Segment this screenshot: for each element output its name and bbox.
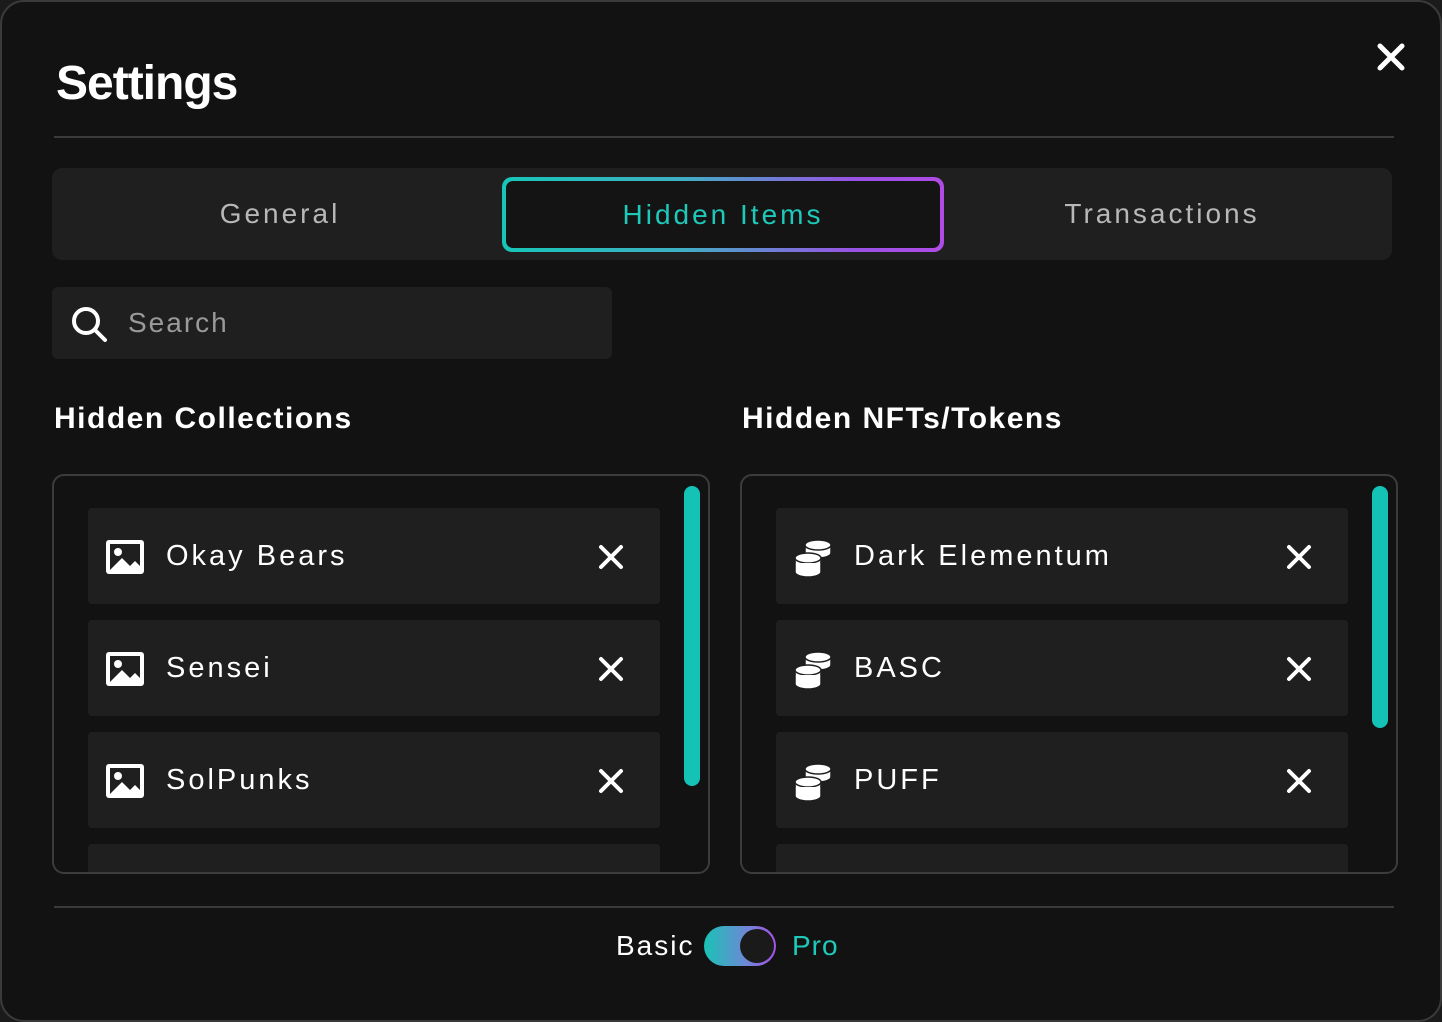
- list-item: SolPunks: [88, 732, 660, 828]
- coins-icon: [794, 763, 832, 802]
- settings-modal: Settings General Hidden Items Transactio…: [0, 0, 1442, 1022]
- hidden-tokens-list[interactable]: Dark Elementum BASC PUFF: [740, 474, 1398, 874]
- hidden-collections-list[interactable]: Okay Bears Sensei SolPunks: [52, 474, 710, 874]
- list-item-label: Okay Bears: [166, 540, 348, 572]
- remove-icon[interactable]: [598, 656, 624, 682]
- list-item: BASC: [776, 620, 1348, 716]
- remove-icon[interactable]: [598, 768, 624, 794]
- remove-icon[interactable]: [1286, 544, 1312, 570]
- remove-icon[interactable]: [598, 544, 624, 570]
- image-icon: [106, 652, 144, 686]
- list-item-partial: [776, 844, 1348, 872]
- modal-title: Settings: [56, 57, 238, 110]
- coins-icon: [794, 651, 832, 690]
- scrollbar[interactable]: [684, 486, 700, 786]
- coins-icon: [794, 539, 832, 578]
- tab-bar: General Hidden Items Transactions: [52, 168, 1392, 260]
- list-item-label: BASC: [854, 652, 945, 684]
- list-item-label: Sensei: [166, 652, 273, 684]
- list-item-label: Dark Elementum: [854, 540, 1112, 572]
- list-item-label: SolPunks: [166, 764, 313, 796]
- image-icon: [106, 540, 144, 574]
- list-item: PUFF: [776, 732, 1348, 828]
- tab-general[interactable]: General: [52, 168, 508, 260]
- list-item: Sensei: [88, 620, 660, 716]
- tab-hidden-items-label: Hidden Items: [506, 181, 940, 248]
- search-input[interactable]: [128, 287, 598, 359]
- hidden-collections-title: Hidden Collections: [54, 402, 353, 435]
- search-icon: [72, 307, 107, 342]
- toggle-knob: [740, 929, 774, 963]
- tab-transactions[interactable]: Transactions: [932, 168, 1392, 260]
- list-item-label: PUFF: [854, 764, 942, 796]
- list-item: Okay Bears: [88, 508, 660, 604]
- mode-toggle: Basic Pro: [2, 926, 1442, 966]
- header-divider: [54, 136, 1394, 138]
- hidden-tokens-title: Hidden NFTs/Tokens: [742, 402, 1063, 435]
- footer-divider: [54, 906, 1394, 908]
- toggle-label-basic: Basic: [616, 930, 695, 961]
- close-icon[interactable]: [1372, 38, 1410, 76]
- remove-icon[interactable]: [1286, 768, 1312, 794]
- mode-toggle-switch[interactable]: [704, 926, 776, 966]
- toggle-label-pro: Pro: [792, 930, 839, 961]
- image-icon: [106, 764, 144, 798]
- list-item-partial: [88, 844, 660, 872]
- list-item: Dark Elementum: [776, 508, 1348, 604]
- tab-hidden-items[interactable]: Hidden Items: [502, 177, 944, 252]
- scrollbar[interactable]: [1372, 486, 1388, 728]
- remove-icon[interactable]: [1286, 656, 1312, 682]
- search-box: [52, 287, 612, 359]
